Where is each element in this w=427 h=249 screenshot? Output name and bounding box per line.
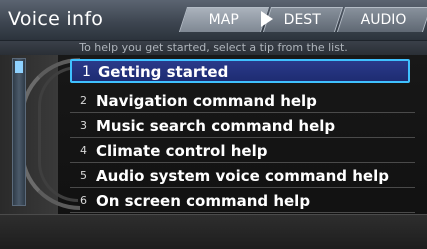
bottom-bar (0, 214, 427, 249)
voice-info-screen: Voice info MAP DEST AUDIO To help you ge… (0, 0, 427, 249)
list-item-number: 5 (80, 169, 87, 182)
page-title: Voice info (8, 8, 104, 30)
list-item-climate-control-help[interactable]: 4 Climate control help (70, 139, 415, 163)
list-item-number: 1 (82, 64, 91, 80)
list-item-getting-started[interactable]: 1 Getting started (70, 59, 410, 83)
list-item-label: Getting started (98, 63, 229, 81)
list-item-navigation-command-help[interactable]: 2 Navigation command help (70, 89, 415, 113)
list-item-number: 2 (80, 94, 87, 107)
list-item-on-screen-command-help[interactable]: 6 On screen command help (70, 189, 415, 213)
list-item-number: 3 (80, 119, 87, 132)
list-item-label: Music search command help (96, 117, 336, 135)
tab-audio[interactable]: AUDIO (336, 7, 427, 32)
list-item-music-search-command-help[interactable]: 3 Music search command help (70, 114, 415, 138)
tab-dest-label: DEST (284, 12, 322, 28)
list-item-audio-system-voice-command-help[interactable]: 5 Audio system voice command help (70, 164, 415, 188)
tab-dest[interactable]: DEST (262, 7, 344, 32)
instruction-text: To help you get started, select a tip fr… (0, 41, 427, 55)
scrollbar[interactable] (12, 58, 26, 206)
tab-audio-label: AUDIO (360, 12, 407, 28)
header-bar: Voice info MAP DEST AUDIO (0, 0, 427, 41)
list-item-label: Navigation command help (96, 92, 317, 110)
tab-bar: MAP DEST AUDIO (178, 7, 427, 32)
right-arrow-icon (261, 11, 273, 27)
list-item-number: 4 (80, 144, 87, 157)
tab-map-label: MAP (208, 12, 239, 28)
list-item-number: 6 (80, 194, 87, 207)
scrollbar-thumb[interactable] (15, 61, 23, 73)
list-item-label: On screen command help (96, 192, 311, 210)
list-item-label: Climate control help (96, 142, 268, 160)
tab-map[interactable]: MAP (178, 7, 270, 32)
list-item-label: Audio system voice command help (96, 167, 389, 185)
